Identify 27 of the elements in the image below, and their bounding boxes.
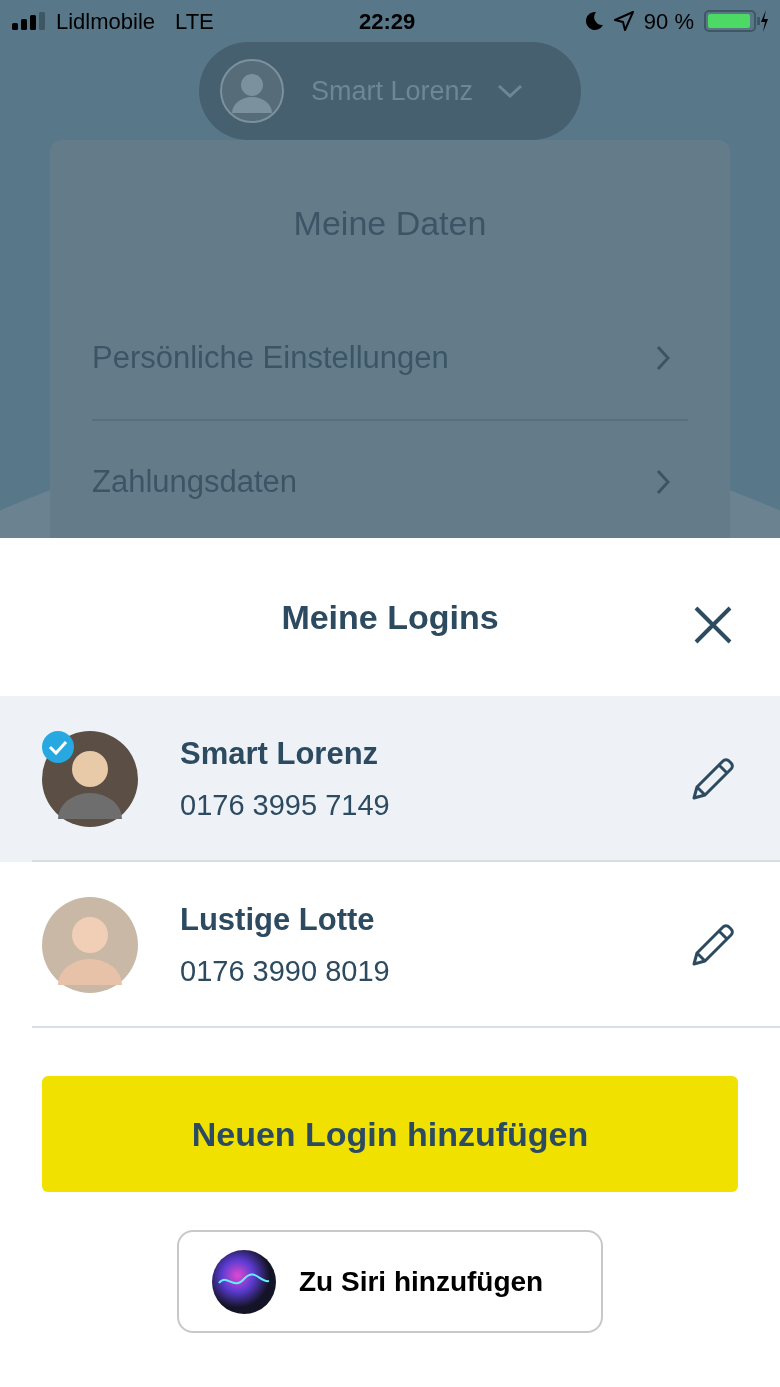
siri-icon bbox=[211, 1248, 277, 1315]
login-name: Smart Lorenz bbox=[180, 735, 380, 773]
avatar-icon bbox=[219, 58, 285, 124]
checkmark-badge-icon bbox=[42, 731, 74, 763]
phone-number: 0176 3990 8019 bbox=[180, 953, 391, 989]
edit-button[interactable] bbox=[690, 922, 736, 968]
location-arrow-icon bbox=[613, 11, 634, 31]
network-type: LTE bbox=[175, 7, 214, 36]
battery-percentage: 90 % bbox=[643, 7, 694, 36]
chevron-right-icon bbox=[656, 469, 670, 495]
signal-icon bbox=[12, 12, 48, 30]
moon-icon bbox=[583, 11, 604, 31]
close-button[interactable] bbox=[692, 604, 734, 646]
chevron-down-icon bbox=[497, 84, 524, 98]
add-to-siri-button[interactable]: Zu Siri hinzufügen bbox=[177, 1230, 603, 1333]
sheet-title: Meine Logins bbox=[281, 596, 499, 638]
clock-time: 22:29 bbox=[359, 7, 416, 36]
avatar-icon bbox=[42, 897, 138, 993]
carrier-name: Lidlmobile bbox=[56, 7, 156, 36]
login-row[interactable]: Smart Lorenz 0176 3995 7149 bbox=[0, 696, 780, 862]
edit-button[interactable] bbox=[690, 756, 736, 802]
add-login-button[interactable]: Neuen Login hinzufügen bbox=[42, 1076, 738, 1192]
chevron-right-icon bbox=[656, 345, 670, 371]
phone-number: 0176 3995 7149 bbox=[180, 787, 391, 823]
avatar-icon bbox=[42, 731, 138, 827]
battery-icon bbox=[704, 9, 768, 33]
login-name: Lustige Lotte bbox=[180, 901, 376, 939]
